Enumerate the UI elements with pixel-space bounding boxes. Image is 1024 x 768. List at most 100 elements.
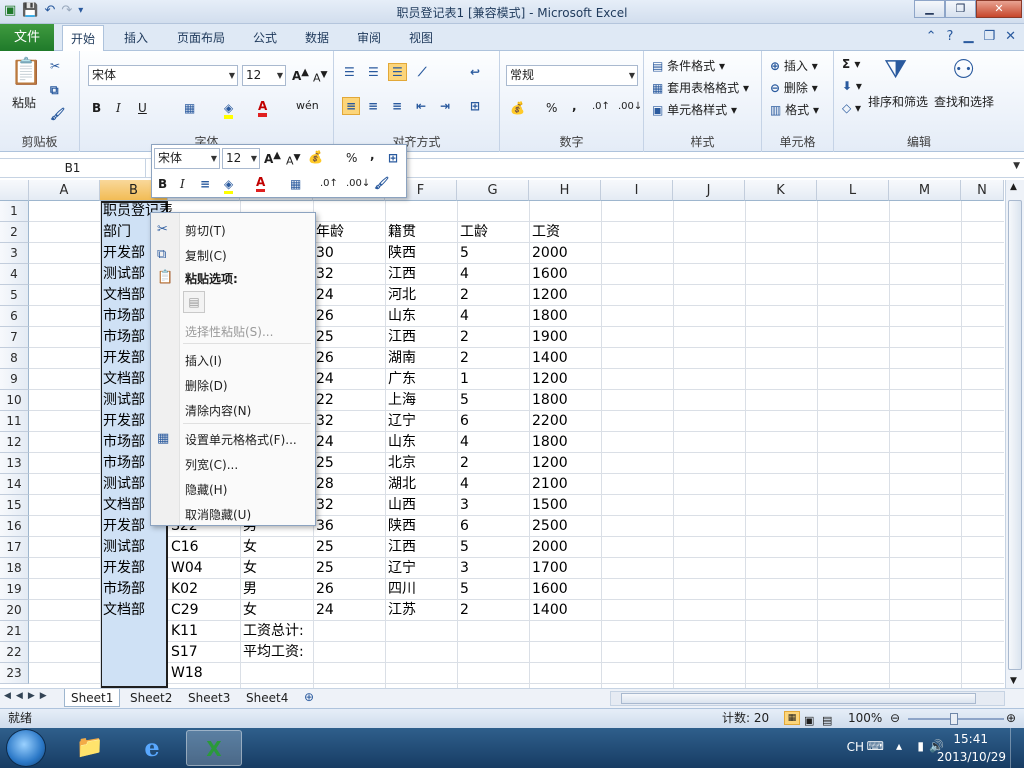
cell-b10[interactable]: 测试部 bbox=[100, 390, 145, 411]
cell-e17[interactable]: 25 bbox=[313, 537, 334, 558]
cell-h6[interactable]: 1800 bbox=[529, 306, 568, 327]
cut-icon[interactable]: ✂ bbox=[50, 59, 60, 73]
mini-percent-icon[interactable]: % bbox=[346, 151, 357, 165]
mini-comma-icon[interactable]: , bbox=[370, 148, 375, 162]
row-header-15[interactable]: 15 bbox=[0, 495, 29, 516]
sheet-tab-1[interactable]: Sheet1 bbox=[64, 689, 121, 707]
zoom-level[interactable]: 100% bbox=[848, 709, 882, 728]
row-header-6[interactable]: 6 bbox=[0, 306, 29, 327]
underline-icon[interactable]: U bbox=[138, 101, 147, 115]
zoom-in-icon[interactable]: ⊕ bbox=[1006, 709, 1016, 728]
row-header-12[interactable]: 12 bbox=[0, 432, 29, 453]
cell-g19[interactable]: 5 bbox=[457, 579, 469, 600]
scroll-down-icon[interactable]: ▼ bbox=[1010, 676, 1017, 686]
zoom-slider-thumb[interactable] bbox=[950, 713, 958, 725]
align-top-icon[interactable]: ☰ bbox=[344, 65, 355, 79]
cell-b15[interactable]: 文档部 bbox=[100, 495, 145, 516]
cell-b20[interactable]: 文档部 bbox=[100, 600, 145, 621]
mini-fill-color-icon[interactable]: ◈ bbox=[224, 177, 234, 194]
cell-f12[interactable]: 山东 bbox=[385, 432, 416, 453]
close-icon[interactable]: ✕ bbox=[976, 0, 1022, 18]
format-painter-icon[interactable]: 🖌 bbox=[50, 107, 65, 121]
paste-option-icon[interactable]: ▤ bbox=[183, 291, 205, 313]
menu-item-copy[interactable]: 复制(C) bbox=[185, 247, 227, 264]
row-header-4[interactable]: 4 bbox=[0, 264, 29, 285]
cell-e18[interactable]: 25 bbox=[313, 558, 334, 579]
align-bottom-icon[interactable]: ☰ bbox=[388, 63, 407, 81]
cell-b3[interactable]: 开发部 bbox=[100, 243, 145, 264]
cell-d19[interactable]: 男 bbox=[240, 579, 257, 600]
cell-c17[interactable]: C16 bbox=[168, 537, 199, 558]
cell-e10[interactable]: 22 bbox=[313, 390, 334, 411]
cell-g4[interactable]: 4 bbox=[457, 264, 469, 285]
row-header-2[interactable]: 2 bbox=[0, 222, 29, 243]
cell-f14[interactable]: 湖北 bbox=[385, 474, 416, 495]
col-header-l[interactable]: L bbox=[817, 180, 889, 201]
cell-h7[interactable]: 1900 bbox=[529, 327, 568, 348]
cell-g12[interactable]: 4 bbox=[457, 432, 469, 453]
cell-b8[interactable]: 开发部 bbox=[100, 348, 145, 369]
menu-item-column-width[interactable]: 列宽(C)... bbox=[185, 456, 238, 473]
cell-f9[interactable]: 广东 bbox=[385, 369, 416, 390]
menu-item-unhide[interactable]: 取消隐藏(U) bbox=[185, 506, 251, 523]
doc-minimize-icon[interactable]: ▁ bbox=[963, 29, 973, 44]
row-header-5[interactable]: 5 bbox=[0, 285, 29, 306]
cell-g16[interactable]: 6 bbox=[457, 516, 469, 537]
mini-accounting-icon[interactable]: 💰 bbox=[308, 150, 323, 164]
row-header-14[interactable]: 14 bbox=[0, 474, 29, 495]
phonetic-icon[interactable]: wén bbox=[296, 99, 319, 112]
border-icon[interactable]: ▦ bbox=[184, 101, 195, 115]
cell-e4[interactable]: 32 bbox=[313, 264, 334, 285]
collapse-ribbon-icon[interactable]: ⌃ bbox=[926, 29, 937, 44]
vertical-scroll-thumb[interactable] bbox=[1008, 200, 1022, 670]
cell-c23[interactable]: W18 bbox=[168, 663, 203, 684]
fill-color-icon[interactable]: ◈ bbox=[224, 101, 234, 119]
cell-b13[interactable]: 市场部 bbox=[100, 453, 145, 474]
row-header-1[interactable]: 1 bbox=[0, 201, 29, 222]
cell-g20[interactable]: 2 bbox=[457, 600, 469, 621]
cell-b11[interactable]: 开发部 bbox=[100, 411, 145, 432]
network-icon[interactable]: ▮ bbox=[917, 739, 924, 753]
cell-h17[interactable]: 2000 bbox=[529, 537, 568, 558]
minimize-icon[interactable]: ▁ bbox=[914, 0, 945, 18]
doc-close-icon[interactable]: ✕ bbox=[1005, 29, 1016, 44]
tab-formulas[interactable]: 公式 bbox=[253, 29, 277, 46]
copy-icon[interactable]: ⧉ bbox=[50, 83, 59, 98]
cell-c22[interactable]: S17 bbox=[168, 642, 198, 663]
cell-e11[interactable]: 32 bbox=[313, 411, 334, 432]
normal-view-icon[interactable]: ▦ bbox=[784, 711, 800, 725]
row-header-16[interactable]: 16 bbox=[0, 516, 29, 537]
cell-b12[interactable]: 市场部 bbox=[100, 432, 145, 453]
mini-increase-decimal-icon[interactable]: .0↑ bbox=[320, 178, 338, 189]
cell-h20[interactable]: 1400 bbox=[529, 600, 568, 621]
row-header-18[interactable]: 18 bbox=[0, 558, 29, 579]
clear-icon[interactable]: ◇ ▾ bbox=[842, 101, 861, 115]
cell-d17[interactable]: 女 bbox=[240, 537, 257, 558]
restore-icon[interactable]: ❐ bbox=[945, 0, 976, 18]
col-header-g[interactable]: G bbox=[457, 180, 529, 201]
cell-g14[interactable]: 4 bbox=[457, 474, 469, 495]
expand-formula-icon[interactable]: ▼ bbox=[1013, 161, 1020, 171]
wrap-text-icon[interactable]: ↩ bbox=[470, 65, 480, 79]
new-sheet-icon[interactable]: ⊕ bbox=[304, 690, 314, 704]
cell-h11[interactable]: 2200 bbox=[529, 411, 568, 432]
menu-item-delete[interactable]: 删除(D) bbox=[185, 377, 228, 394]
mini-font-combo[interactable]: 宋体 ▼ bbox=[154, 148, 220, 169]
sheet-tab-2[interactable]: Sheet2 bbox=[124, 689, 178, 707]
shrink-font-icon[interactable]: A▼ bbox=[313, 69, 328, 85]
cell-c21[interactable]: K11 bbox=[168, 621, 198, 642]
row-header-11[interactable]: 11 bbox=[0, 411, 29, 432]
cell-h9[interactable]: 1200 bbox=[529, 369, 568, 390]
cell-b16[interactable]: 开发部 bbox=[100, 516, 145, 537]
cell-g3[interactable]: 5 bbox=[457, 243, 469, 264]
cell-h4[interactable]: 1600 bbox=[529, 264, 568, 285]
mini-align-center-icon[interactable]: ≡ bbox=[200, 177, 210, 191]
clock-date[interactable]: 2013/10/29 bbox=[937, 750, 1006, 764]
cell-g6[interactable]: 4 bbox=[457, 306, 469, 327]
cell-e6[interactable]: 26 bbox=[313, 306, 334, 327]
table-format-button[interactable]: ▦ 套用表格格式 ▾ bbox=[652, 79, 749, 96]
mini-size-combo[interactable]: 12 ▼ bbox=[222, 148, 260, 169]
tab-page-layout[interactable]: 页面布局 bbox=[177, 29, 225, 46]
row-header-21[interactable]: 21 bbox=[0, 621, 29, 642]
explorer-icon[interactable]: 📁 bbox=[62, 730, 118, 766]
